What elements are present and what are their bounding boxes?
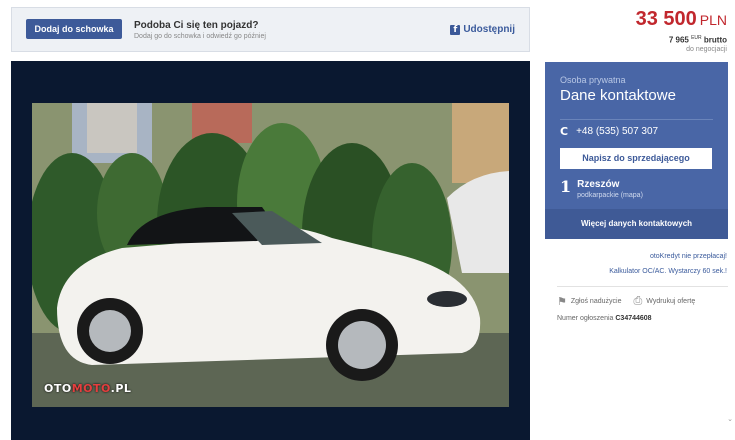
save-to-clipboard-bar: Dodaj do schowka Podoba Ci się ten pojaz… [11,7,530,52]
price-eur-currency: EUR [691,35,702,41]
price-amount: 33 500 [635,8,697,30]
scroll-down-icon[interactable]: ⌄ [727,415,733,423]
divider [557,286,728,287]
price-eur: 7 965 EUR brutto [636,35,727,45]
ad-number: Numer ogłoszenia C34744608 [557,315,652,322]
phone-icon: C [560,125,569,138]
car-photo[interactable]: OTOMOTO.PL [32,103,509,407]
ad-number-label: Numer ogłoszenia [557,315,614,322]
contact-panel: Osoba prywatna Dane kontaktowe C +48 (53… [545,62,728,239]
flag-icon: ⚑ [557,294,567,308]
location: 1 Rzeszów podkarpackie (mapa) [560,177,643,200]
printer-icon: ⎙ [633,294,643,307]
print-offer-link[interactable]: ⎙ Wydrukuj ofertę [633,294,695,308]
seller-type: Osoba prywatna [560,75,626,85]
photo-gallery[interactable]: OTOMOTO.PL [11,61,530,440]
share-link[interactable]: f Udostępnij [450,24,515,35]
price-block: 33 500 PLN 7 965 EUR brutto do negocjacji [636,8,727,53]
location-region-map-link[interactable]: podkarpackie (mapa) [577,192,643,199]
phone-number: +48 (535) 507 307 [576,126,659,137]
report-abuse-label: Zgłoś nadużycie [570,297,622,305]
credit-link[interactable]: otoKredyt nie przepłacaj! [609,249,727,264]
contact-title: Dane kontaktowe [560,87,676,104]
insurance-calculator-link[interactable]: Kalkulator OC/AC. Wystarczy 60 sek.! [609,264,727,279]
listing-page: Dodaj do schowka Podoba Ci się ten pojaz… [0,0,735,440]
save-prompt-title: Podoba Ci się ten pojazd? [134,20,259,31]
add-to-favorites-button[interactable]: Dodaj do schowka [26,19,122,39]
price: 33 500 PLN [636,8,727,31]
facebook-icon: f [450,24,461,35]
save-prompt-subtitle: Dodaj go do schowka i odwiedź go później [134,33,266,40]
listing-actions: ⚑ Zgłoś nadużycie ⎙ Wydrukuj ofertę [557,294,707,308]
price-eur-amount: 7 965 [668,35,689,45]
car-photo-illustration [32,103,509,407]
phone-row[interactable]: C +48 (535) 507 307 [560,119,713,138]
more-contact-details-button[interactable]: Więcej danych kontaktowych [545,209,728,239]
location-city: Rzeszów [577,179,620,190]
write-to-seller-button[interactable]: Napisz do sprzedającego [560,148,712,169]
location-pin-icon: 1 [560,177,572,196]
share-label: Udostępnij [463,24,515,35]
price-eur-type: brutto [703,35,727,45]
report-abuse-link[interactable]: ⚑ Zgłoś nadużycie [557,294,621,308]
side-links: otoKredyt nie przepłacaj! Kalkulator OC/… [609,249,727,279]
ad-number-value: C34744608 [615,315,652,322]
print-offer-label: Wydrukuj ofertę [646,297,696,305]
price-currency: PLN [699,12,727,28]
price-negotiable: do negocjacji [686,45,727,53]
otomoto-watermark: OTOMOTO.PL [44,382,132,395]
